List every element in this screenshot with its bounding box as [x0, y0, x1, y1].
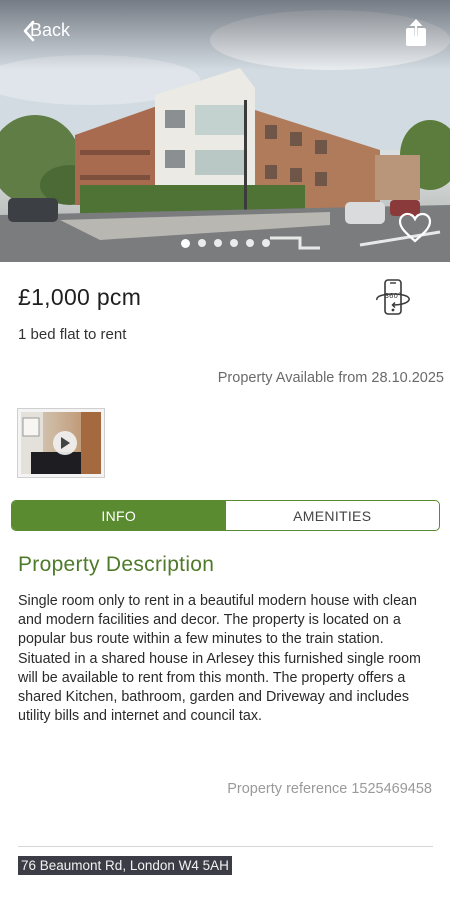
- price: £1,000 pcm: [18, 284, 142, 310]
- carousel-dot[interactable]: [261, 239, 270, 247]
- video-thumbnail[interactable]: [17, 408, 105, 478]
- info-tabs: INFO AMENITIES: [11, 500, 440, 531]
- divider: [18, 846, 433, 847]
- tab-amenities[interactable]: AMENITIES: [226, 501, 440, 530]
- availability-date: Property Available from 28.10.2025: [217, 370, 444, 386]
- property-address: 76 Beaumont Rd, London W4 5AH: [18, 856, 232, 875]
- back-button[interactable]: Back: [22, 20, 71, 42]
- virtual-tour-360-icon[interactable]: 360°: [372, 278, 414, 318]
- carousel-dot[interactable]: [245, 239, 254, 247]
- property-photo-carousel[interactable]: Back: [0, 0, 450, 262]
- carousel-dot[interactable]: [197, 239, 206, 247]
- back-label: Back: [30, 20, 71, 40]
- vr-label: 360°: [385, 292, 402, 300]
- property-type: 1 bed flat to rent: [18, 326, 127, 343]
- property-reference: Property reference 1525469458: [227, 781, 432, 797]
- share-icon[interactable]: [404, 18, 428, 48]
- carousel-dot[interactable]: [213, 239, 222, 247]
- carousel-indicator: [0, 239, 450, 248]
- play-icon[interactable]: [53, 431, 77, 455]
- video-preview-image: [21, 412, 101, 474]
- description-title: Property Description: [18, 553, 215, 576]
- carousel-dot[interactable]: [229, 239, 238, 247]
- tab-info[interactable]: INFO: [12, 501, 226, 530]
- carousel-dot[interactable]: [180, 239, 190, 248]
- description-body: Single room only to rent in a beautiful …: [18, 593, 421, 725]
